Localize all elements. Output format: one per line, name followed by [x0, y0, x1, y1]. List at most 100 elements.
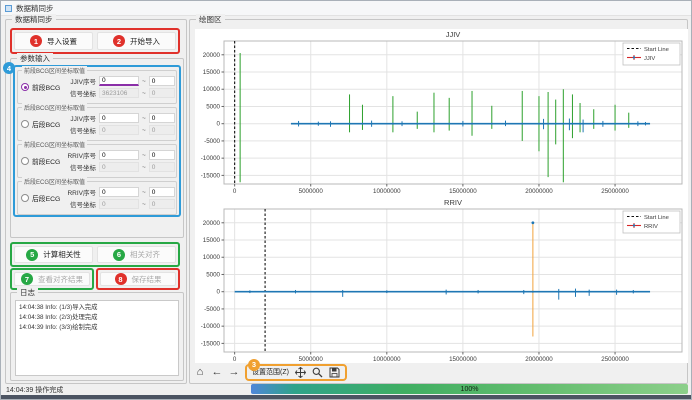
svg-text:0: 0 — [233, 188, 237, 193]
step-7-badge: 7 — [21, 273, 33, 285]
svg-text:25000000: 25000000 — [601, 356, 629, 361]
rear-ecg-rriv-to-input[interactable] — [149, 187, 175, 197]
svg-text:RRIV: RRIV — [444, 198, 462, 207]
front-ecg-signal-to-input — [149, 162, 175, 172]
import-settings-button[interactable]: 1 导入设置 — [14, 32, 93, 50]
svg-text:20000000: 20000000 — [525, 356, 553, 361]
svg-text:-15000: -15000 — [201, 340, 221, 347]
svg-text:15000: 15000 — [203, 237, 221, 244]
plot-panel-title: 绘图区 — [196, 14, 225, 25]
plot-toolbar: ⌂ ← → 3 设置范围(Z) — [194, 363, 347, 381]
svg-text:20000000: 20000000 — [525, 188, 553, 193]
svg-text:25000000: 25000000 — [601, 188, 629, 193]
rear-ecg-signal-from-input — [99, 199, 139, 209]
rear-bcg-jjiv-to-input[interactable] — [149, 113, 175, 123]
svg-text:5000000: 5000000 — [299, 188, 324, 193]
svg-text:10000: 10000 — [203, 254, 221, 261]
log-title: 日志 — [17, 287, 38, 298]
param-group-rear-bcg: 后段BCG区间坐标取值 后段BCG JJIV序号 ~ — [17, 107, 177, 141]
plot-panel: 绘图区 050000001000000015000000200000002500… — [189, 19, 688, 384]
app-icon — [5, 5, 12, 12]
rear-bcg-signal-to-input — [149, 125, 175, 135]
svg-text:10000: 10000 — [203, 86, 221, 93]
svg-text:10000000: 10000000 — [373, 188, 401, 193]
param-input-group: 参数输入 前段BCG区间坐标取值 前段BCG JJIV序号 — [10, 58, 184, 238]
svg-text:5000: 5000 — [206, 103, 220, 110]
save-icon[interactable] — [329, 367, 340, 378]
jjiv-chart[interactable]: 0500000010000000150000002000000025000000… — [195, 29, 688, 193]
titlebar: 数据精同步 — [1, 1, 691, 16]
progress-label: 100% — [461, 386, 479, 393]
front-bcg-jjiv-from-input[interactable] — [99, 76, 139, 86]
radio-front-bcg[interactable]: 前段BCG — [18, 82, 64, 92]
plot-figure[interactable]: 0 5000000 10000000 15000 0 0 0 20000000 25000000… — [195, 29, 688, 363]
back-icon[interactable]: ← — [211, 363, 223, 381]
zoom-icon[interactable] — [312, 367, 323, 378]
svg-text:Start Line: Start Line — [644, 47, 669, 53]
left-panel: 数据精同步 1 导入设置 2 开始导入 参数输入 前段BCG区间坐标取值 — [5, 19, 187, 384]
svg-text:-10000: -10000 — [201, 323, 221, 330]
svg-text:RRIV: RRIV — [644, 224, 658, 230]
front-bcg-signal-to-input — [149, 88, 175, 98]
step-1-badge: 1 — [30, 35, 42, 47]
rear-bcg-signal-from-input — [99, 125, 139, 135]
radio-dot — [21, 157, 29, 165]
param-input-title: 参数输入 — [17, 53, 53, 64]
app-window: 数据精同步 数据精同步 1 导入设置 2 开始导入 参数输入 前段BCG — [0, 0, 692, 400]
svg-text:JJIV: JJIV — [446, 30, 461, 39]
svg-text:Start Line: Start Line — [644, 215, 669, 221]
svg-text:5000000: 5000000 — [299, 356, 324, 361]
radio-dot — [21, 120, 29, 128]
calc-correlation-button[interactable]: 5 计算相关性 — [14, 246, 93, 263]
param-group-rear-ecg: 后段ECG区间坐标取值 后段ECG RRIV序号 ~ — [17, 181, 177, 215]
svg-text:15000: 15000 — [203, 69, 221, 76]
param-group-front-ecg: 前段ECG区间坐标取值 前段ECG RRIV序号 ~ — [17, 144, 177, 178]
svg-text:0: 0 — [217, 289, 221, 296]
log-line: 14:04:38 Info: (1/3)导入完成 — [19, 303, 175, 313]
front-ecg-rriv-from-input[interactable] — [99, 150, 139, 160]
radio-front-ecg[interactable]: 前段ECG — [18, 156, 64, 166]
svg-text:-15000: -15000 — [201, 172, 221, 179]
toolbar-annotation-box: 3 设置范围(Z) — [245, 364, 347, 381]
step-8-badge: 8 — [115, 273, 127, 285]
correlation-align-button[interactable]: 6 相关对齐 — [97, 246, 176, 263]
forward-icon[interactable]: → — [228, 363, 240, 381]
rear-ecg-signal-to-input — [149, 199, 175, 209]
svg-text:5000: 5000 — [206, 271, 220, 278]
radio-dot — [21, 194, 29, 202]
pan-icon[interactable] — [295, 367, 306, 378]
rear-bcg-jjiv-from-input[interactable] — [99, 113, 139, 123]
statusbar: 14:04:39 操作完成 100% — [1, 384, 691, 395]
step-4-badge: 4 — [3, 62, 15, 74]
correlation-annotation-box: 5 计算相关性 6 相关对齐 — [10, 242, 180, 267]
step-6-badge: 6 — [113, 249, 125, 261]
rear-ecg-rriv-from-input[interactable] — [99, 187, 139, 197]
home-icon[interactable]: ⌂ — [194, 363, 206, 381]
log-line: 14:04:39 Info: (3/3)绘制完成 — [19, 323, 175, 333]
svg-text:20000: 20000 — [203, 52, 221, 59]
param-group-front-bcg: 前段BCG区间坐标取值 前段BCG JJIV序号 ~ — [17, 70, 177, 104]
front-ecg-rriv-to-input[interactable] — [149, 150, 175, 160]
svg-text:-5000: -5000 — [204, 306, 220, 313]
radio-rear-bcg[interactable]: 后段BCG — [18, 119, 64, 129]
window-title: 数据精同步 — [16, 3, 54, 14]
front-bcg-jjiv-to-input[interactable] — [149, 76, 175, 86]
progress-bar: 100% — [251, 384, 688, 394]
step-5-badge: 5 — [26, 249, 38, 261]
import-annotation-box: 1 导入设置 2 开始导入 — [10, 28, 180, 54]
save-result-button[interactable]: 8 保存结果 — [100, 272, 176, 286]
svg-text:-5000: -5000 — [204, 138, 220, 145]
log-output: 14:04:38 Info: (1/3)导入完成 14:04:38 Info: … — [15, 300, 179, 376]
window-bottom-edge — [1, 395, 691, 399]
svg-text:0: 0 — [217, 121, 221, 128]
param-annotation-box: 前段BCG区间坐标取值 前段BCG JJIV序号 ~ — [13, 65, 181, 217]
step-3-badge: 3 — [248, 359, 260, 371]
log-group: 日志 14:04:38 Info: (1/3)导入完成 14:04:38 Inf… — [10, 292, 184, 381]
radio-rear-ecg[interactable]: 后段ECG — [18, 193, 64, 203]
save-result-annotation-box: 8 保存结果 — [96, 268, 180, 290]
rriv-chart[interactable]: 0500000010000000150000002000000025000000… — [195, 197, 688, 361]
start-import-button[interactable]: 2 开始导入 — [97, 32, 176, 50]
svg-text:0: 0 — [233, 356, 237, 361]
view-align-result-button[interactable]: 7 查看对齐结果 — [14, 272, 90, 286]
left-panel-title: 数据精同步 — [12, 14, 56, 25]
